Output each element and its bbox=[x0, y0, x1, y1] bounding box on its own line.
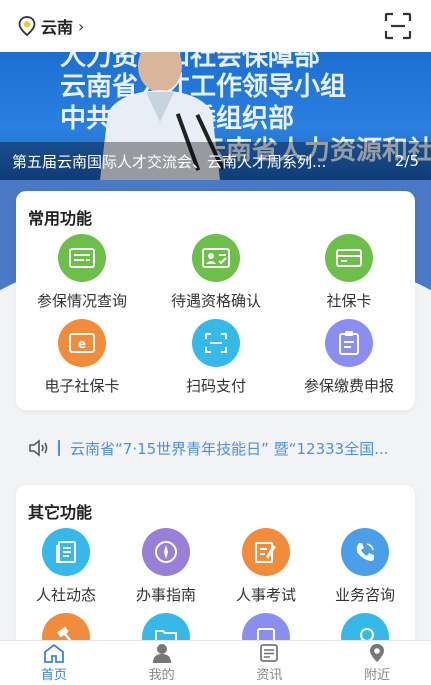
card-icon bbox=[325, 234, 373, 282]
tab-label: 资讯 bbox=[256, 668, 283, 683]
section-title: 其它功能 bbox=[28, 503, 93, 522]
user-icon bbox=[152, 644, 171, 663]
banner-pager: 2/5 bbox=[394, 152, 419, 170]
tab-label: 我的 bbox=[148, 668, 175, 683]
scan-pay-icon bbox=[192, 319, 240, 367]
top-bar: 云南 › bbox=[0, 0, 431, 52]
tab-news[interactable]: 资讯 bbox=[216, 641, 324, 685]
banner-caption-bar: 第五届云南国际人才交流会、云南人才周系列... 2/5 bbox=[0, 142, 431, 180]
function-qualification-confirm[interactable]: 待遇资格确认 bbox=[151, 234, 281, 311]
function-payment-declare[interactable]: 参保缴费申报 bbox=[284, 319, 414, 396]
other-functions-card: 其它功能 人社动态 办事指南 人事考试 业务咨询 bbox=[16, 485, 415, 661]
function-social-card[interactable]: 社保卡 bbox=[284, 234, 414, 311]
function-label: 人事考试 bbox=[235, 586, 296, 604]
insurance-query-icon bbox=[58, 234, 106, 282]
tab-nearby[interactable]: 附近 bbox=[323, 641, 431, 685]
qualification-card-icon bbox=[192, 234, 240, 282]
home-icon bbox=[43, 643, 64, 663]
banner-caption: 第五届云南国际人才交流会、云南人才周系列... bbox=[12, 152, 327, 171]
function-hr-exam[interactable]: 人事考试 bbox=[216, 528, 316, 605]
function-label: 参保缴费申报 bbox=[303, 377, 394, 395]
news-banner[interactable]: 人力资源和社会保障部 云南省人才工作领导小组 中共云南省委组织部 云南省人力资源… bbox=[0, 52, 431, 180]
function-insurance-query[interactable]: 参保情况查询 bbox=[17, 234, 147, 311]
function-label: 参保情况查询 bbox=[36, 292, 127, 310]
function-label: 扫码支付 bbox=[185, 377, 246, 395]
chevron-right-icon: › bbox=[78, 16, 85, 36]
section-title: 常用功能 bbox=[28, 209, 93, 228]
clipboard-icon bbox=[325, 319, 373, 367]
compass-icon bbox=[142, 528, 190, 576]
phone-icon bbox=[341, 528, 389, 576]
function-hr-news[interactable]: 人社动态 bbox=[16, 528, 116, 605]
tab-label: 附近 bbox=[364, 668, 391, 683]
scan-frame-icon[interactable] bbox=[383, 11, 413, 41]
city-selector[interactable]: 云南 › bbox=[18, 14, 84, 38]
news-icon bbox=[42, 528, 90, 576]
common-functions-card: 常用功能 参保情况查询 待遇资格确认 社保卡 e 电子社保卡 扫码支付 参保缴费 bbox=[16, 191, 415, 410]
bottom-tab-bar: 首页 我的 资讯 附近 bbox=[0, 640, 431, 685]
function-scan-pay[interactable]: 扫码支付 bbox=[151, 319, 281, 396]
function-label: 人社动态 bbox=[35, 586, 96, 604]
function-business-consult[interactable]: 业务咨询 bbox=[315, 528, 415, 605]
function-label: 待遇资格确认 bbox=[170, 292, 261, 310]
tab-label: 首页 bbox=[40, 668, 67, 683]
tab-home[interactable]: 首页 bbox=[0, 641, 108, 685]
function-label: 电子社保卡 bbox=[44, 377, 120, 395]
e-card-icon: e bbox=[58, 319, 106, 367]
city-name: 云南 bbox=[41, 18, 74, 37]
tab-mine[interactable]: 我的 bbox=[108, 641, 216, 685]
notice-text: 云南省“7·15世界青年技能日” 暨“12333全国... bbox=[70, 439, 389, 458]
divider bbox=[58, 440, 60, 456]
location-pin-icon bbox=[370, 644, 385, 662]
function-e-social-card[interactable]: e 电子社保卡 bbox=[17, 319, 147, 396]
exam-edit-icon bbox=[242, 528, 290, 576]
news-list-icon bbox=[260, 644, 279, 662]
function-label: 社保卡 bbox=[326, 292, 372, 310]
speaker-icon bbox=[29, 439, 48, 457]
location-pin-icon bbox=[18, 16, 36, 36]
function-label: 业务咨询 bbox=[334, 586, 395, 604]
svg-text:e: e bbox=[78, 337, 86, 351]
function-service-guide[interactable]: 办事指南 bbox=[116, 528, 216, 605]
notice-ticker[interactable]: 云南省“7·15世界青年技能日” 暨“12333全国... bbox=[0, 428, 431, 468]
function-label: 办事指南 bbox=[135, 586, 196, 604]
